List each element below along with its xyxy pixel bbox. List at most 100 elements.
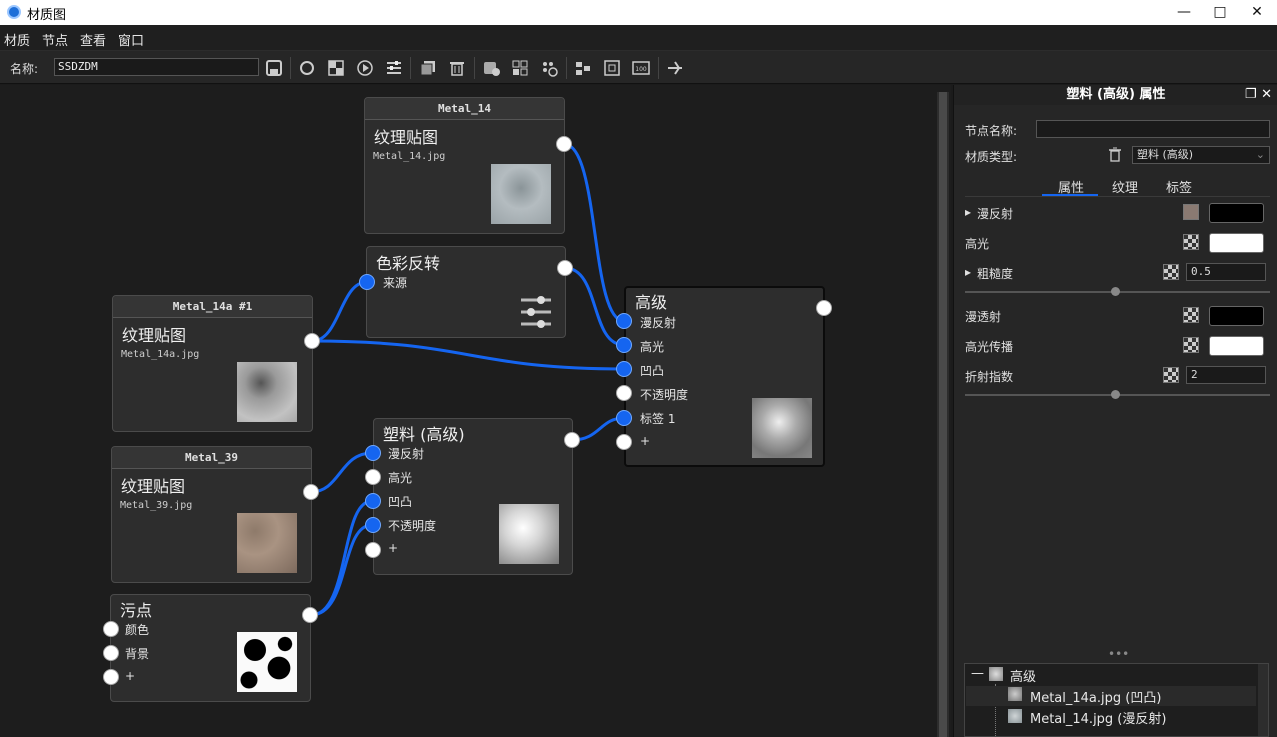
specular-color-swatch[interactable]	[1209, 233, 1264, 253]
output-port[interactable]	[303, 484, 319, 500]
menu-material[interactable]: 材质	[4, 30, 30, 49]
output-port[interactable]	[556, 136, 572, 152]
input-port-add[interactable]	[616, 434, 632, 450]
slider-knob[interactable]	[1111, 390, 1120, 399]
save-icon[interactable]	[264, 58, 284, 78]
input-port-label-1[interactable]	[616, 410, 632, 426]
ior-value-input[interactable]: 2	[1186, 366, 1266, 384]
tree-item[interactable]: 高级	[1010, 666, 1036, 685]
node-title: 塑料 (高级)	[383, 425, 465, 444]
spec-transmission-color-swatch[interactable]	[1209, 336, 1264, 356]
play-icon[interactable]	[355, 58, 375, 78]
node-advanced[interactable]: 高级 漫反射 高光 凹凸 不透明度 标签 1 +	[624, 286, 825, 467]
node-dirt[interactable]: 污点 颜色 背景 +	[110, 594, 311, 702]
menu-window[interactable]: 窗口	[118, 30, 144, 49]
diffuse-color-swatch[interactable]	[1209, 203, 1264, 223]
node-metal-39[interactable]: Metal_39 纹理贴图 Metal_39.jpg	[111, 446, 312, 583]
node-color-invert[interactable]: 色彩反转 来源	[366, 246, 566, 338]
input-port-color[interactable]	[103, 621, 119, 637]
node-name-input[interactable]	[1036, 120, 1270, 138]
delete-icon[interactable]	[447, 58, 467, 78]
output-port[interactable]	[564, 432, 580, 448]
checker-map-icon[interactable]	[1183, 337, 1199, 353]
expand-arrow-icon[interactable]: ▸	[965, 265, 971, 279]
checker-map-icon[interactable]	[1163, 264, 1179, 280]
node-plastic-advanced[interactable]: 塑料 (高级) 漫反射 高光 凹凸 不透明度 +	[373, 418, 573, 575]
trash-icon[interactable]	[1107, 146, 1123, 162]
sphere-preview-icon[interactable]	[297, 58, 317, 78]
texture-map-icon[interactable]	[1183, 204, 1199, 220]
input-port-specular[interactable]	[365, 469, 381, 485]
input-port-opacity[interactable]	[365, 517, 381, 533]
scrollbar-thumb[interactable]	[939, 92, 947, 737]
float-icon[interactable]: ❐	[1245, 87, 1257, 102]
node-grid-icon[interactable]	[510, 58, 530, 78]
tab-texture[interactable]: 纹理	[1112, 177, 1138, 196]
material-type-select[interactable]: 塑料 (高级) ⌄	[1132, 146, 1270, 164]
input-port-diffuse[interactable]	[616, 313, 632, 329]
menu-node[interactable]: 节点	[42, 30, 68, 49]
input-port-source[interactable]	[359, 274, 375, 290]
port-label: 漫反射	[640, 316, 677, 330]
input-port-add[interactable]	[365, 542, 381, 558]
slider-knob[interactable]	[1111, 287, 1120, 296]
input-port-bump[interactable]	[616, 361, 632, 377]
adjust-sliders-icon[interactable]	[384, 58, 404, 78]
translucency-label: 漫透射	[965, 310, 1002, 324]
layout-icon[interactable]	[573, 58, 593, 78]
canvas-scrollbar[interactable]	[937, 92, 949, 737]
checker-map-icon[interactable]	[1163, 367, 1179, 383]
tree-scrollbar[interactable]	[1258, 664, 1268, 736]
menu-view[interactable]: 查看	[80, 30, 106, 49]
output-port[interactable]	[304, 333, 320, 349]
window-title: 材质图	[27, 8, 67, 23]
translucency-color-swatch[interactable]	[1209, 306, 1264, 326]
node-dots-icon[interactable]	[539, 58, 559, 78]
roughness-value-input[interactable]: 0.5	[1186, 263, 1266, 281]
output-port[interactable]	[302, 607, 318, 623]
node-metal-14[interactable]: Metal_14 纹理贴图 Metal_14.jpg	[364, 97, 565, 234]
node-title: 高级	[635, 293, 668, 312]
splitter-handle-icon[interactable]: •••	[1108, 647, 1129, 661]
node-metal-14a[interactable]: Metal_14a #1 纹理贴图 Metal_14a.jpg	[112, 295, 313, 432]
output-port[interactable]	[816, 300, 832, 316]
checker-map-icon[interactable]	[1183, 234, 1199, 250]
port-label: 高光	[388, 471, 413, 485]
node-graph-canvas[interactable]: Metal_14 纹理贴图 Metal_14.jpg 色彩反转 来源 Metal…	[0, 85, 951, 737]
fit-view-icon[interactable]	[602, 58, 622, 78]
node-header: Metal_14	[365, 98, 564, 120]
output-port[interactable]	[557, 260, 573, 276]
menu-bar: 材质 节点 查看 窗口	[0, 25, 1277, 51]
checker-background-icon[interactable]	[326, 58, 346, 78]
node-file: Metal_14.jpg	[373, 151, 446, 162]
checker-map-icon[interactable]	[1183, 307, 1199, 323]
material-preview	[499, 504, 559, 564]
input-port-diffuse[interactable]	[365, 445, 381, 461]
input-port-background[interactable]	[103, 645, 119, 661]
material-type-value: 塑料 (高级)	[1137, 148, 1194, 161]
material-name-input[interactable]: SSDZDM	[54, 58, 259, 76]
tree-item[interactable]: Metal_14.jpg (漫反射)	[1030, 708, 1166, 727]
tab-labels[interactable]: 标签	[1166, 177, 1192, 196]
node-add-icon[interactable]	[481, 58, 501, 78]
connect-icon[interactable]	[665, 58, 685, 78]
tree-collapse-icon[interactable]: —	[971, 666, 984, 681]
close-panel-icon[interactable]: ✕	[1261, 87, 1272, 102]
input-port-opacity[interactable]	[616, 385, 632, 401]
minimize-button[interactable]: —	[1164, 0, 1204, 25]
copy-icon[interactable]	[418, 58, 438, 78]
maximize-button[interactable]: □	[1200, 0, 1240, 25]
input-port-specular[interactable]	[616, 337, 632, 353]
input-port-bump[interactable]	[365, 493, 381, 509]
app-icon	[7, 5, 21, 19]
node-header: Metal_39	[112, 447, 311, 469]
roughness-slider[interactable]	[965, 287, 1270, 296]
port-label: +	[388, 541, 399, 555]
tree-item[interactable]: Metal_14a.jpg (凹凸)	[1030, 687, 1161, 706]
input-port-add[interactable]	[103, 669, 119, 685]
material-tree[interactable]: — 高级 Metal_14a.jpg (凹凸) Metal_14.jpg (漫反…	[964, 663, 1269, 737]
ior-slider[interactable]	[965, 390, 1270, 399]
zoom-100-icon[interactable]: 100	[631, 58, 651, 78]
close-button[interactable]: ✕	[1237, 0, 1277, 25]
expand-arrow-icon[interactable]: ▸	[965, 205, 971, 219]
